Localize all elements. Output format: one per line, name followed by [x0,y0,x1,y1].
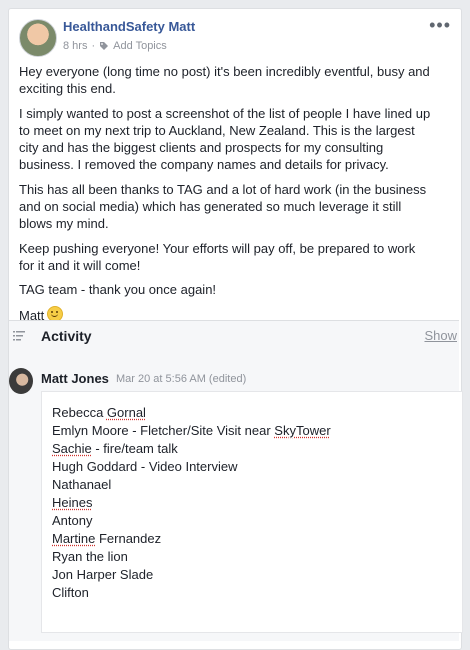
post-time[interactable]: 8 hrs [63,40,87,52]
post-body: Hey everyone (long time no post) it's be… [19,63,431,331]
list-item-text: Rebecca [52,405,107,420]
list-item-text: Sachie [52,441,92,456]
list-item: Hugh Goddard - Video Interview [52,459,238,474]
post-paragraph: Hey everyone (long time no post) it's be… [19,64,430,97]
more-dots-icon[interactable]: ••• [429,15,451,36]
list-item-text: Martine [52,531,96,546]
list-item-text: Emlyn Moore - Fletcher/Site Visit near [52,423,275,438]
post-paragraph: I simply wanted to post a screenshot of … [19,105,431,173]
list-item: Heines [52,495,93,510]
tag-icon [100,42,109,50]
activity-header: Activity Show [9,320,459,351]
list-item: Martine Fernandez [52,530,331,548]
add-topics-link[interactable]: Add Topics [113,40,167,52]
name-list: Rebecca Gornal Emlyn Moore - Fletcher/Si… [52,404,331,602]
commenter-name[interactable]: Matt Jones [41,371,109,386]
list-item-text: Gornal [106,405,146,420]
list-item: Antony [52,513,93,528]
list-item: Jon Harper Slade [52,567,154,582]
comment-area: Matt Jones Mar 20 at 5:56 AM (edited) Re… [9,351,463,641]
list-item-text: Fernandez [95,531,162,546]
list-item: Ryan the lion [52,549,128,564]
comment-time[interactable]: Mar 20 at 5:56 AM (edited) [116,373,246,385]
list-item-text: - fire/team talk [91,441,178,456]
post-paragraph: Keep pushing everyone! Your efforts will… [19,240,416,273]
commenter-avatar[interactable] [9,368,33,394]
post-meta: 8 hrs · Add Topics [63,40,167,52]
author-name[interactable]: HealthandSafety Matt [63,19,195,34]
list-item: Rebecca Gornal [52,404,331,422]
list-item: Emlyn Moore - Fletcher/Site Visit near S… [52,422,331,440]
list-icon [13,331,25,341]
author-avatar[interactable] [19,19,57,57]
activity-title: Activity [41,328,92,344]
post-paragraph: TAG team - thank you once again! [19,282,217,298]
show-link[interactable]: Show [424,328,457,343]
list-item: Sachie - fire/team talk [52,440,331,458]
post-paragraph: This has all been thanks to TAG and a lo… [19,181,427,232]
list-item: Nathanael [52,477,112,492]
comment-content: Rebecca Gornal Emlyn Moore - Fletcher/Si… [41,391,463,633]
list-item: Clifton [52,585,89,600]
post-card: HealthandSafety Matt 8 hrs · Add Topics … [8,8,463,650]
list-item-text: SkyTower [274,423,331,438]
meta-separator: · [91,40,96,52]
